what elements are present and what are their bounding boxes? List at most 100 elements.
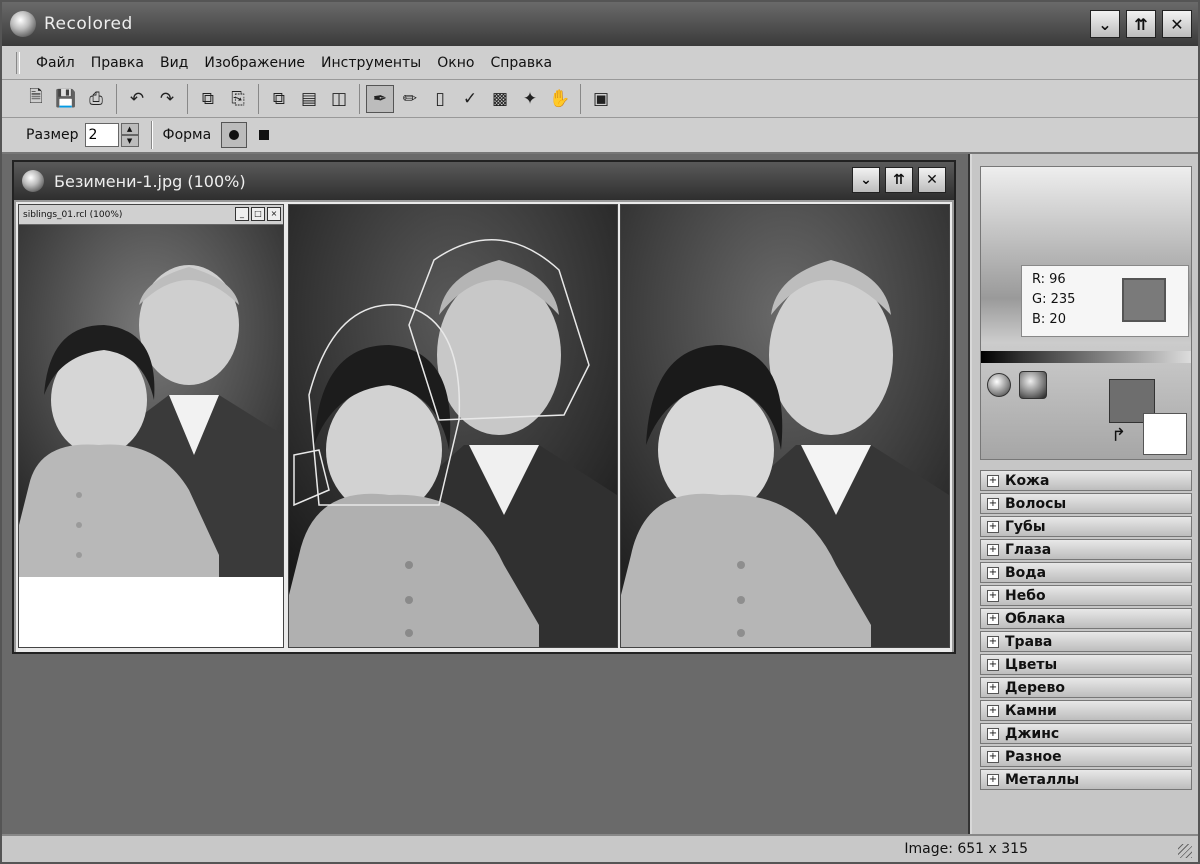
mini-close-button[interactable]: ×: [267, 207, 281, 221]
print-icon[interactable]: ⎙: [82, 85, 110, 113]
size-label: Размер: [26, 127, 79, 143]
swap-colors-icon[interactable]: ↱: [1111, 425, 1126, 446]
color-panel: R: 96 G: 235 B: 20 ↱ + Кожа + Волосы + Губы…: [972, 154, 1198, 834]
new-icon[interactable]: 🗎: [22, 85, 50, 113]
selection-photo[interactable]: [288, 204, 618, 648]
rgb-red-value: R: 96: [1032, 272, 1066, 287]
original-photo: [19, 225, 283, 577]
category-item[interactable]: + Разное: [980, 746, 1192, 767]
category-label: Металлы: [1005, 771, 1080, 788]
square-icon: [259, 130, 270, 140]
zoom-icon[interactable]: ▣: [587, 85, 615, 113]
mini-restore-button[interactable]: □: [251, 207, 265, 221]
image-window-title-bar[interactable]: Безимени-1.jpg (100%) ⌄ ⇈ ✕: [14, 162, 954, 200]
category-item[interactable]: + Джинс: [980, 723, 1192, 744]
category-label: Камни: [1005, 702, 1057, 719]
square-shape-button[interactable]: [251, 122, 277, 148]
size-input[interactable]: [84, 123, 119, 147]
category-item[interactable]: + Облака: [980, 608, 1192, 629]
mini-window-title-bar[interactable]: siblings_01.rcl (100%) _ □ ×: [19, 205, 283, 225]
app-logo-icon: [10, 11, 36, 37]
paste-icon[interactable]: ⎘: [224, 85, 252, 113]
menu-edit[interactable]: Правка: [83, 51, 152, 75]
fill-icon[interactable]: ▩: [486, 85, 514, 113]
category-item[interactable]: + Вода: [980, 562, 1192, 583]
category-label: Трава: [1005, 633, 1053, 650]
eraser-icon[interactable]: ▯: [426, 85, 454, 113]
image-window-title: Безимени-1.jpg (100%): [54, 171, 246, 191]
menu-help[interactable]: Справка: [482, 51, 560, 75]
expand-icon: +: [987, 474, 999, 487]
restore-button[interactable]: ⇈: [1126, 10, 1156, 38]
expand-icon: +: [987, 589, 999, 602]
options-separator: [150, 121, 153, 149]
size-spinner[interactable]: ▲ ▼: [120, 123, 139, 147]
image-minimize-button[interactable]: ⌄: [852, 167, 880, 193]
menu-view[interactable]: Вид: [152, 51, 196, 75]
rgb-blue-value: B: 20: [1032, 312, 1066, 327]
split-vertical-icon[interactable]: ◫: [325, 85, 353, 113]
original-photo-window[interactable]: siblings_01.rcl (100%) _ □ ×: [18, 204, 284, 648]
save-icon[interactable]: 💾: [52, 85, 80, 113]
category-label: Дерево: [1005, 679, 1065, 696]
category-item[interactable]: + Металлы: [980, 769, 1192, 790]
category-item[interactable]: + Кожа: [980, 470, 1192, 491]
image-size-status: Image: 651 x 315: [904, 841, 1028, 857]
layers-icon[interactable]: ⧉: [265, 85, 293, 113]
photo-padding: [19, 577, 283, 647]
image-canvas[interactable]: siblings_01.rcl (100%) _ □ ×: [16, 202, 952, 652]
menu-file[interactable]: Файл: [28, 51, 83, 75]
category-item[interactable]: + Дерево: [980, 677, 1192, 698]
hand-icon[interactable]: ✋: [546, 85, 574, 113]
menu-window[interactable]: Окно: [429, 51, 482, 75]
circle-icon: [229, 130, 240, 140]
image-restore-button[interactable]: ⇈: [885, 167, 913, 193]
expand-icon: +: [987, 727, 999, 740]
mini-minimize-button[interactable]: _: [235, 207, 249, 221]
background-color-swatch[interactable]: [1143, 413, 1187, 455]
redo-icon[interactable]: ↷: [153, 85, 181, 113]
main-toolbar: 🗎 💾 ⎙ ↶ ↷ ⧉ ⎘ ⧉ ▤ ◫ ✒ ✏ ▯ ✓ ▩ ✦ ✋ ▣: [2, 80, 1198, 118]
category-label: Кожа: [1005, 472, 1050, 489]
minimize-button[interactable]: ⌄: [1090, 10, 1120, 38]
category-item[interactable]: + Небо: [980, 585, 1192, 606]
shape-label: Форма: [162, 127, 212, 143]
palette-icon[interactable]: [1019, 371, 1047, 399]
category-item[interactable]: + Глаза: [980, 539, 1192, 560]
image-close-button[interactable]: ✕: [918, 167, 946, 193]
close-button[interactable]: ✕: [1162, 10, 1192, 38]
category-item[interactable]: + Цветы: [980, 654, 1192, 675]
title-bar[interactable]: Recolored ⌄ ⇈ ✕: [2, 2, 1198, 46]
round-shape-button[interactable]: [221, 122, 248, 148]
menu-bar: Файл Правка Вид Изображение Инструменты …: [2, 46, 1198, 80]
eyedropper-icon[interactable]: ✓: [456, 85, 484, 113]
menu-tools[interactable]: Инструменты: [313, 51, 429, 75]
color-picker-area[interactable]: R: 96 G: 235 B: 20 ↱: [980, 166, 1192, 460]
recolored-photo[interactable]: [620, 204, 950, 648]
menubar-grip[interactable]: [16, 51, 20, 74]
grayscale-strip[interactable]: [981, 351, 1191, 363]
undo-icon[interactable]: ↶: [123, 85, 151, 113]
copy-icon[interactable]: ⧉: [194, 85, 222, 113]
spin-down-icon[interactable]: ▼: [120, 135, 139, 147]
expand-icon: +: [987, 635, 999, 648]
spin-up-icon[interactable]: ▲: [120, 123, 139, 135]
expand-icon: +: [987, 543, 999, 556]
split-horizontal-icon[interactable]: ▤: [295, 85, 323, 113]
category-label: Глаза: [1005, 541, 1052, 558]
category-label: Разное: [1005, 748, 1062, 765]
magic-wand-icon[interactable]: ✦: [516, 85, 544, 113]
category-item[interactable]: + Волосы: [980, 493, 1192, 514]
color-wheel-icon[interactable]: [987, 373, 1011, 397]
masked-photo: [289, 205, 617, 647]
brush-icon[interactable]: ✒: [366, 84, 394, 113]
rgb-green-value: G: 235: [1032, 292, 1076, 307]
menu-image[interactable]: Изображение: [196, 51, 313, 75]
category-item[interactable]: + Камни: [980, 700, 1192, 721]
category-label: Вода: [1005, 564, 1047, 581]
resize-grip-icon[interactable]: [1178, 844, 1192, 858]
pencil-icon[interactable]: ✏: [396, 85, 424, 113]
category-item[interactable]: + Трава: [980, 631, 1192, 652]
workspace: Безимени-1.jpg (100%) ⌄ ⇈ ✕ siblings_01.…: [2, 154, 970, 834]
category-item[interactable]: + Губы: [980, 516, 1192, 537]
